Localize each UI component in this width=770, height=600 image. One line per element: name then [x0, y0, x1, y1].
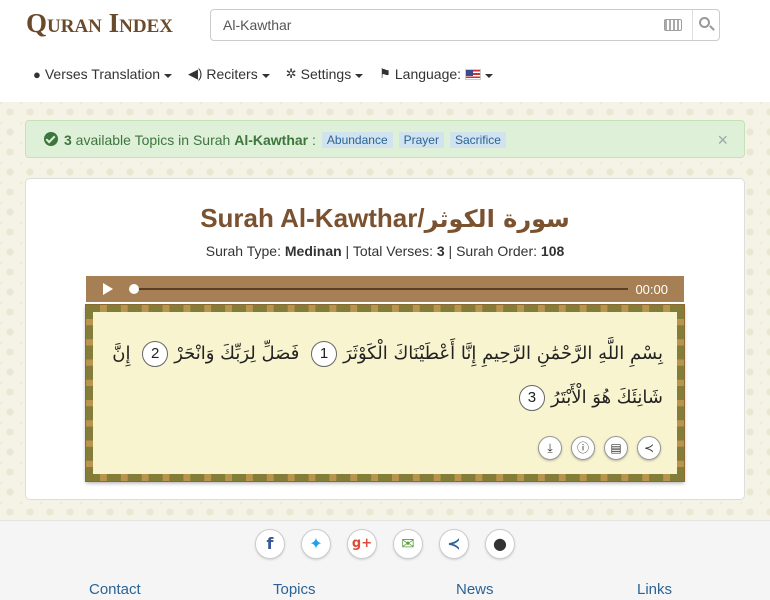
title-arabic: سورة الكوثر: [424, 205, 570, 233]
total-verses: 3: [436, 243, 445, 259]
progress-track[interactable]: [133, 288, 628, 290]
header: Quran Index ● Verses Translation ◀) Reci…: [0, 0, 770, 102]
footer: f ✦ g+ ✉ ≺ ● Contact Topics News Links: [0, 520, 770, 600]
flag-icon: ⚑: [379, 66, 391, 81]
search-input[interactable]: [211, 10, 656, 40]
email-button[interactable]: ✉: [393, 529, 423, 559]
audio-player: 00:00: [86, 276, 684, 302]
check-circle-icon: [44, 132, 58, 146]
footer-links: Contact Topics News Links: [0, 581, 770, 600]
github-button[interactable]: ●: [485, 529, 515, 559]
alert-message: 3 available Topics in Surah Al-Kawthar :…: [64, 132, 506, 148]
verses-label: | Total Verses:: [341, 243, 437, 259]
type-label: Surah Type:: [205, 243, 285, 259]
caret-down-icon: [355, 73, 364, 78]
nav-verses-translation[interactable]: ● Verses Translation: [33, 66, 173, 82]
twitter-icon: ✦: [309, 534, 323, 553]
main-nav: ● Verses Translation ◀) Reciters ✲ Setti…: [33, 66, 509, 82]
search-icon[interactable]: [697, 16, 717, 34]
topic-tag[interactable]: Abundance: [321, 132, 393, 148]
facebook-button[interactable]: f: [255, 529, 285, 559]
keyboard-icon[interactable]: [664, 19, 682, 31]
surah-panel: Surah Al-Kawthar/سورة الكوثر Surah Type:…: [25, 178, 745, 500]
twitter-button[interactable]: ✦: [301, 529, 331, 559]
footer-link-topics[interactable]: Topics: [273, 581, 316, 598]
pdf-icon: ▤: [610, 441, 622, 455]
google-plus-icon: g+: [351, 536, 373, 551]
email-icon: ✉: [401, 534, 415, 553]
speaker-icon: ◀): [188, 66, 203, 81]
caret-down-icon: [261, 73, 270, 78]
alert-surah: Al-Kawthar: [234, 132, 309, 148]
verse-text[interactable]: بِسْمِ اللَّهِ الرَّحْمَٰنِ الرَّحِيمِ إ…: [343, 343, 663, 364]
share-icon: ≺: [447, 534, 461, 553]
verse-number[interactable]: 1: [311, 341, 338, 367]
topic-tag[interactable]: Prayer: [398, 132, 444, 148]
topic-count: 3: [64, 132, 72, 148]
search-divider: [692, 10, 693, 40]
surah-meta: Surah Type: Medinan | Total Verses: 3 | …: [26, 243, 744, 259]
nav-label: Language:: [394, 66, 462, 82]
verse-number[interactable]: 3: [518, 385, 545, 411]
topics-alert: 3 available Topics in Surah Al-Kawthar :…: [25, 120, 745, 158]
site-logo[interactable]: Quran Index: [26, 8, 173, 39]
nav-label: Reciters: [206, 66, 258, 82]
verse-tools: ⤓ ⓘ ▤ ≺: [529, 436, 661, 460]
download-icon: ⤓: [547, 441, 553, 455]
nav-language[interactable]: ⚑ Language:: [379, 66, 494, 82]
footer-link-links[interactable]: Links: [637, 581, 672, 598]
page-title: Surah Al-Kawthar/سورة الكوثر: [26, 203, 744, 234]
progress-handle[interactable]: [129, 284, 139, 294]
verses-text: بِسْمِ اللَّهِ الرَّحْمَٰنِ الرَّحِيمِ إ…: [93, 332, 663, 420]
us-flag-icon: [465, 68, 482, 80]
footer-link-contact[interactable]: Contact: [89, 581, 141, 598]
social-links: f ✦ g+ ✉ ≺ ●: [0, 529, 770, 559]
gear-icon: ✲: [285, 66, 297, 81]
nav-settings[interactable]: ✲ Settings: [286, 66, 364, 82]
alert-separator: :: [308, 132, 316, 148]
info-icon: ⓘ: [576, 441, 589, 455]
share-button[interactable]: ≺: [439, 529, 469, 559]
info-button[interactable]: ⓘ: [571, 436, 595, 460]
download-button[interactable]: ⤓: [538, 436, 562, 460]
verse-text[interactable]: فَصَلِّ لِرَبِّكَ وَانْحَرْ: [174, 343, 299, 364]
alert-text: available Topics in Surah: [71, 132, 235, 148]
share-button[interactable]: ≺: [637, 436, 661, 460]
surah-order: 108: [540, 243, 565, 259]
footer-link-news[interactable]: News: [456, 581, 494, 598]
close-icon[interactable]: ×: [717, 130, 728, 151]
search-box: [210, 9, 720, 41]
github-icon: ●: [493, 534, 507, 553]
title-english: Surah Al-Kawthar/: [200, 203, 425, 233]
surah-type: Medinan: [284, 243, 342, 259]
google-plus-button[interactable]: g+: [347, 529, 377, 559]
verse-number[interactable]: 2: [142, 341, 169, 367]
pdf-button[interactable]: ▤: [604, 436, 628, 460]
globe-icon: ●: [33, 66, 41, 82]
verses-box: بِسْمِ اللَّهِ الرَّحْمَٰنِ الرَّحِيمِ إ…: [85, 304, 685, 482]
nav-label: Verses Translation: [44, 66, 161, 82]
caret-down-icon: [485, 73, 494, 78]
topic-tag[interactable]: Sacrifice: [449, 132, 506, 148]
order-label: | Surah Order:: [444, 243, 541, 259]
player-time: 00:00: [635, 282, 668, 297]
nav-reciters[interactable]: ◀) Reciters: [188, 66, 270, 82]
share-icon: ≺: [643, 441, 655, 455]
play-icon[interactable]: [103, 283, 113, 295]
nav-label: Settings: [300, 66, 352, 82]
facebook-icon: f: [266, 534, 274, 553]
caret-down-icon: [164, 73, 173, 78]
